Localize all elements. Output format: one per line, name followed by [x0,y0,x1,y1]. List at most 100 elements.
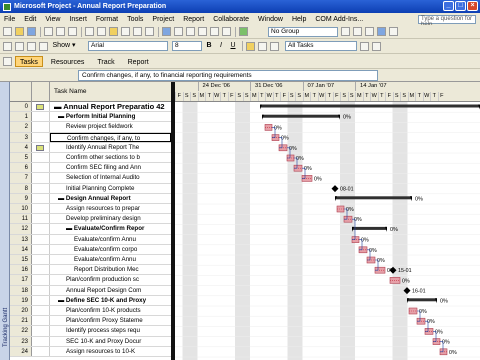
task-name-cell[interactable]: Report Distribution Mec [50,265,171,274]
task-row[interactable]: 3 Confirm changes, if any, to [10,132,171,143]
align-left-icon[interactable] [246,41,255,51]
copy-picture-icon[interactable] [377,27,386,36]
task-name-cell[interactable]: ▬ Perform Initial Planning [50,112,171,121]
menu-format[interactable]: Format [96,16,118,23]
task-id[interactable]: 24 [10,346,32,356]
menu-tools[interactable]: Tools [127,16,143,23]
task-id[interactable]: 12 [10,224,32,234]
task-row[interactable]: 9 ▬ Design Annual Report [10,193,171,204]
link-tasks-icon[interactable] [162,27,171,36]
task-row[interactable]: 10 Assign resources to prepar [10,204,171,215]
split-task-icon[interactable] [186,27,195,36]
font-dropdown[interactable]: Arial [88,41,168,51]
menu-insert[interactable]: Insert [69,16,87,23]
task-name-cell[interactable]: Identify process steps requ [50,326,171,335]
tab-resources[interactable]: Resources [46,56,89,67]
menu-collaborate[interactable]: Collaborate [213,16,249,23]
publish-icon[interactable] [239,27,248,36]
print-preview-icon[interactable] [56,27,65,36]
task-id[interactable]: 15 [10,255,32,265]
tab-report[interactable]: Report [123,56,154,67]
redo-icon[interactable] [145,27,154,36]
help-search-input[interactable]: Type a question for help [418,14,476,28]
spelling-icon[interactable] [68,27,77,36]
task-row[interactable]: 4 Identify Annual Report The [10,142,171,153]
note-icon[interactable] [36,144,44,151]
minimize-button[interactable]: _ [443,1,454,11]
zoom-in-icon[interactable] [341,27,350,36]
task-id[interactable]: 0 [10,102,32,112]
task-id[interactable]: 5 [10,153,32,163]
print-icon[interactable] [44,27,53,36]
task-row[interactable]: 19 ▬ Define SEC 10-K and Proxy [10,295,171,306]
task-id[interactable]: 19 [10,295,32,305]
cut-icon[interactable] [85,27,94,36]
task-name-cell[interactable]: Review project fieldwork [50,122,171,131]
task-id[interactable]: 6 [10,163,32,173]
task-name-header[interactable]: Task Name [54,88,87,95]
view-bar[interactable]: Tracking Gantt [0,82,10,360]
bold-button[interactable]: B [204,41,214,51]
task-id[interactable]: 10 [10,204,32,214]
task-row[interactable]: 5 Confirm other sections to b [10,153,171,164]
task-row[interactable]: 1 ▬ Perform Initial Planning [10,112,171,123]
task-id[interactable]: 16 [10,265,32,275]
open-icon[interactable] [15,27,24,36]
format-painter-icon[interactable] [121,27,130,36]
task-row[interactable]: 13 Evaluate/confirm Annu [10,234,171,245]
group-by-dropdown[interactable]: No Group [268,26,338,37]
new-icon[interactable] [3,27,12,36]
entry-field[interactable]: Confirm changes, if any, to financial re… [78,69,378,81]
menu-report[interactable]: Report [183,16,204,23]
task-row[interactable]: 23 SEC 10-K and Proxy Docur [10,336,171,347]
task-id[interactable]: 11 [10,214,32,224]
task-id[interactable]: 13 [10,234,32,244]
task-id[interactable]: 7 [10,173,32,183]
maximize-button[interactable]: □ [455,1,466,11]
gantt-wizard-icon[interactable] [372,41,381,51]
task-name-cell[interactable]: ▬ Evaluate/Confirm Repor [50,224,171,233]
task-id[interactable]: 8 [10,183,32,193]
save-icon[interactable] [27,27,36,36]
indicators-header[interactable] [32,82,50,102]
task-row[interactable]: 16 Report Distribution Mec [10,265,171,276]
filter-dropdown[interactable]: All Tasks [285,41,357,51]
outdent-icon[interactable] [3,41,12,51]
task-name-cell[interactable]: Annual Report Design Com [50,286,171,295]
task-row[interactable]: 6 Confirm SEC filing and Ann [10,163,171,174]
task-name-cell[interactable]: ▬ Design Annual Report [50,194,171,203]
italic-button[interactable]: I [216,41,226,51]
underline-button[interactable]: U [228,41,238,51]
task-name-cell[interactable]: SEC 10-K and Proxy Docur [50,337,171,346]
task-id[interactable]: 20 [10,306,32,316]
task-id[interactable]: 1 [10,112,32,122]
guide-toggle-icon[interactable] [3,56,12,66]
menu-file[interactable]: File [4,16,15,23]
task-name-cell[interactable]: Confirm changes, if any, to [50,132,171,142]
task-name-cell[interactable]: ▬ Define SEC 10-K and Proxy [50,296,171,305]
show-menu[interactable]: Show ▾ [50,41,78,51]
menu-view[interactable]: View [45,16,60,23]
task-name-cell[interactable]: Plan/confirm production sc [50,275,171,284]
font-size-dropdown[interactable]: 8 [172,41,202,51]
tab-tasks[interactable]: Tasks [15,55,43,67]
task-id[interactable]: 22 [10,326,32,336]
task-row[interactable]: 17 Plan/confirm production sc [10,275,171,286]
task-id[interactable]: 23 [10,336,32,346]
menu-com-addins[interactable]: COM Add-Ins... [315,16,363,23]
task-id[interactable]: 17 [10,275,32,285]
unlink-tasks-icon[interactable] [174,27,183,36]
task-name-cell[interactable]: Confirm SEC filing and Ann [50,163,171,172]
task-row[interactable]: 2 Review project fieldwork [10,122,171,133]
task-name-cell[interactable]: Selection of Internal Audito [50,173,171,182]
note-icon[interactable] [36,104,44,110]
task-name-cell[interactable]: Develop preliminary design [50,214,171,223]
tab-track[interactable]: Track [92,56,119,67]
task-row[interactable]: 7 Selection of Internal Audito [10,173,171,184]
task-id[interactable]: 3 [10,132,32,142]
task-name-cell[interactable]: Plan/confirm 10-K products [50,306,171,315]
menu-help[interactable]: Help [292,16,306,23]
align-right-icon[interactable] [270,41,279,51]
close-button[interactable]: × [467,1,478,11]
help-icon[interactable] [389,27,398,36]
